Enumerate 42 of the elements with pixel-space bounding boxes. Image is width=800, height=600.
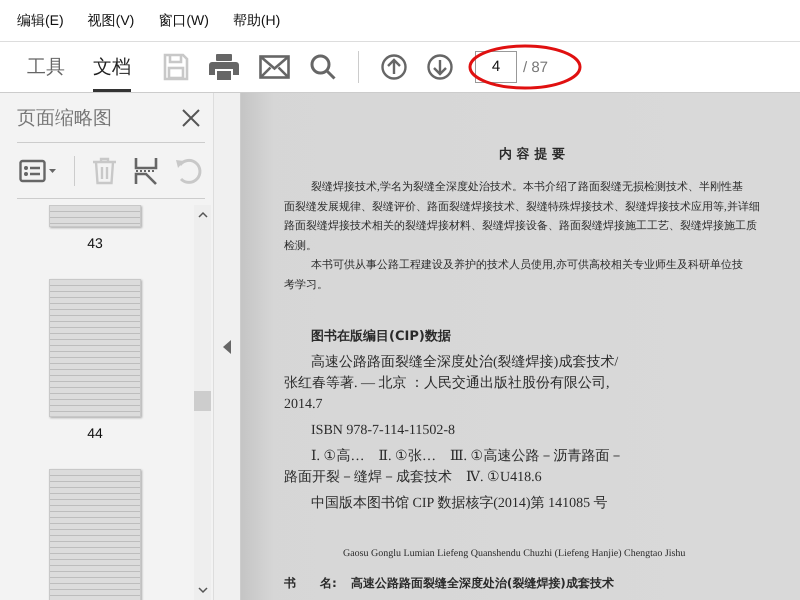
text-line: 裂缝焊接技术,学名为裂缝全深度处治技术。本书介绍了路面裂缝无损检测技术、半刚性基 — [311, 180, 743, 195]
search-icon[interactable] — [310, 54, 336, 80]
list-options-icon[interactable] — [19, 158, 57, 182]
scroll-down-icon[interactable] — [198, 587, 208, 594]
pinyin-title: Gaosu Gonglu Lumian Liefeng Quanshendu Chuzhi (Liefeng Hanjie) Chengtao Jishu — [343, 548, 686, 559]
page-number-label: 43 — [87, 235, 103, 251]
text-line: 2014.7 — [284, 396, 322, 414]
text-line: 考学习。 — [284, 278, 328, 292]
scrollbar[interactable] — [194, 205, 211, 600]
menu-item[interactable]: 编辑(E) — [17, 10, 64, 32]
tab[interactable]: 工具 — [27, 42, 65, 92]
close-icon[interactable] — [181, 108, 201, 128]
menu-item[interactable]: 帮助(H) — [232, 10, 280, 32]
page-thumbnail[interactable] — [49, 279, 141, 417]
text-line: 张红春等著. — 北京 ：人民交通出版社股份有限公司, — [284, 374, 610, 393]
envelope-icon[interactable] — [259, 55, 290, 79]
text-line: ISBN 978-7-114-11502-8 — [311, 422, 456, 440]
print-icon[interactable] — [209, 53, 239, 81]
page-number-field[interactable]: 4 — [475, 51, 517, 83]
text-line: 中国版本图书馆 CIP 数据核字(2014)第 141085 号 — [311, 494, 608, 513]
page-thumbnail[interactable] — [49, 469, 141, 600]
text-line: 面裂缝发展规律、裂缝评价、路面裂缝焊接技术、裂缝特殊焊接技术、裂缝焊接技术应用等,并详细 — [284, 200, 760, 214]
text-line: 路面裂缝焊接技术相关的裂缝焊接材料、裂缝焊接设备、路面裂缝焊接施工工艺、裂缝焊接施工质 — [284, 218, 757, 234]
text-line: 本书可供从事公路工程建设及养护的技术人员使用,亦可供高校相关专业师生及科研单位技 — [311, 258, 743, 273]
menu-item[interactable]: 窗口(W) — [158, 10, 209, 32]
book-title: 高速公路路面裂缝全深度处治(裂缝焊接)成套技术 — [350, 575, 614, 592]
panel-title: 页面缩略图 — [17, 106, 112, 130]
text-line: 高速公路路面裂缝全深度处治(裂缝焊接)成套技术/ — [311, 353, 618, 372]
page-number-label: 44 — [87, 425, 103, 441]
collapse-arrow-icon[interactable] — [223, 340, 231, 354]
scrollbar-thumb[interactable] — [194, 391, 211, 411]
text-line: 检测。 — [284, 238, 317, 254]
page-thumbnail[interactable] — [49, 205, 141, 227]
section-heading: 内 容 提 要 — [498, 146, 566, 164]
extract-pages-icon[interactable] — [134, 156, 158, 184]
cip-heading: 图书在版编目(CIP)数据 — [311, 328, 452, 346]
text-line: 路面开裂－缝焊－成套技术 Ⅳ. ①U418.6 — [284, 468, 542, 487]
page-count: / 87 — [523, 58, 548, 76]
field-label: 书 名: — [284, 575, 337, 592]
menu-item[interactable]: 视图(V) — [88, 10, 134, 32]
scroll-up-icon[interactable] — [198, 211, 208, 218]
text-line: Ⅰ. ①高… Ⅱ. ①张… Ⅲ. ①高速公路－沥青路面－ — [311, 447, 624, 466]
